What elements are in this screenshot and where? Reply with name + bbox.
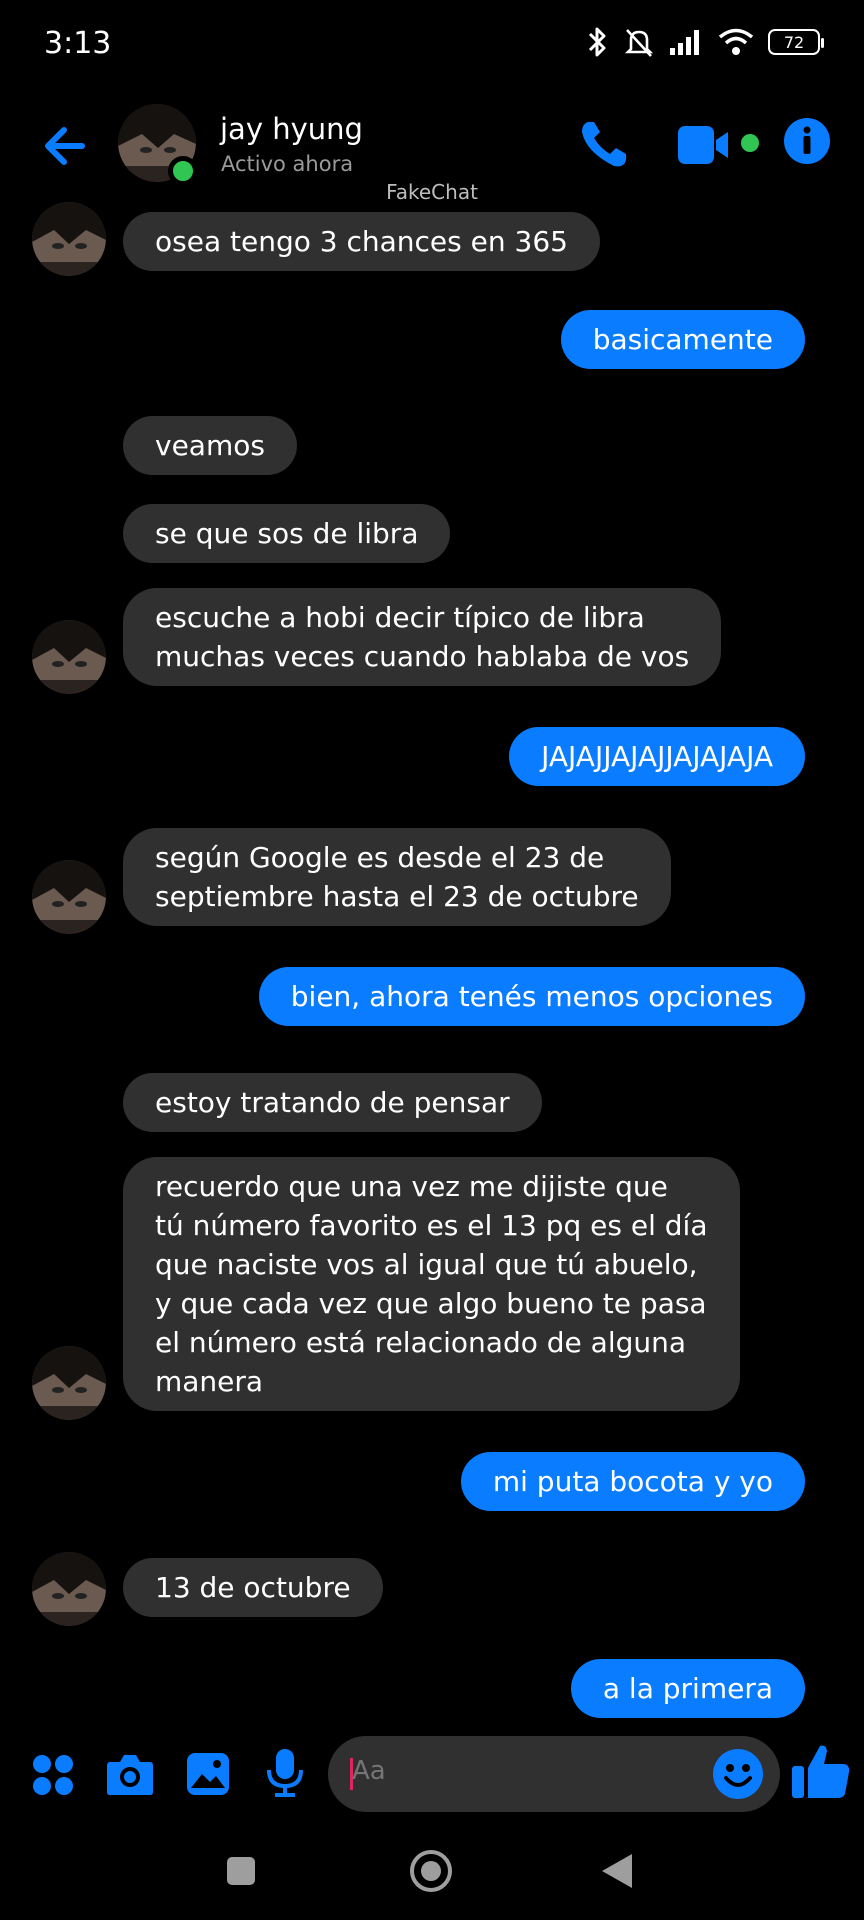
message-text-line: que naciste vos al igual que tú abuelo, <box>155 1248 698 1281</box>
sender-avatar[interactable] <box>32 1552 106 1626</box>
message-text-line: septiembre hasta el 23 de octubre <box>155 880 639 913</box>
watermark: FakeChat <box>386 180 478 204</box>
outgoing-message-bubble[interactable]: JAJAJJAJAJJAJAJAJA <box>509 727 805 786</box>
battery-indicator: 72 <box>768 29 824 55</box>
incoming-message-bubble[interactable]: escuche a hobi decir típico de libra much… <box>123 588 722 686</box>
status-bar: 3:13 72 <box>0 0 864 90</box>
incoming-message-bubble[interactable]: recuerdo que una vez me dijiste que tú nú… <box>123 1157 740 1411</box>
signal-icon <box>670 30 699 55</box>
bluetooth-icon <box>588 27 606 57</box>
message-input[interactable] <box>352 1756 682 1786</box>
sender-avatar[interactable] <box>32 620 106 694</box>
outgoing-message-bubble[interactable]: a la primera <box>570 1659 805 1718</box>
message-text-line: veamos <box>155 429 265 462</box>
contact-name[interactable]: jay hyung <box>220 112 363 146</box>
message-text-line: basicamente <box>592 323 773 356</box>
incoming-message-bubble[interactable]: se que sos de libra <box>123 504 451 563</box>
outgoing-message-bubble[interactable]: bien, ahora tenés menos opciones <box>258 967 805 1026</box>
message-text-line: estoy tratando de pensar <box>155 1086 510 1119</box>
incoming-message-bubble[interactable]: según Google es desde el 23 de septiembre… <box>123 828 671 926</box>
composer-bar <box>0 1730 864 1830</box>
message-text-line: mi puta bocota y yo <box>492 1465 773 1498</box>
message-text-line: según Google es desde el 23 de <box>155 841 605 874</box>
message-text-line: muchas veces cuando hablaba de vos <box>155 640 690 673</box>
message-text-line: recuerdo que una vez me dijiste que <box>155 1170 668 1203</box>
video-camera-icon[interactable] <box>678 122 734 168</box>
message-text-line: escuche a hobi decir típico de libra <box>155 601 645 634</box>
outgoing-message-bubble[interactable]: mi puta bocota y yo <box>460 1452 805 1511</box>
message-text-line: osea tengo 3 chances en 365 <box>155 225 568 258</box>
phone-icon[interactable] <box>578 118 630 170</box>
message-text-line: tú número favorito es el 13 pq es el día <box>155 1209 708 1242</box>
emoji-icon[interactable] <box>712 1748 764 1800</box>
back-triangle-icon[interactable] <box>600 1852 634 1890</box>
outgoing-message-bubble[interactable]: basicamente <box>560 310 805 369</box>
microphone-icon[interactable] <box>266 1748 304 1798</box>
message-text-line: a la primera <box>602 1672 773 1705</box>
message-text-line: bien, ahora tenés menos opciones <box>290 980 773 1013</box>
image-icon[interactable] <box>186 1752 230 1796</box>
recents-square-icon[interactable] <box>226 1856 256 1886</box>
message-text-line: 13 de octubre <box>155 1571 351 1604</box>
status-icons: 72 <box>584 26 824 58</box>
system-nav-bar <box>0 1830 864 1920</box>
incoming-message-bubble[interactable]: osea tengo 3 chances en 365 <box>123 212 600 271</box>
sender-avatar[interactable] <box>32 860 106 934</box>
incoming-message-bubble[interactable]: veamos <box>123 416 297 475</box>
thumbs-up-icon[interactable] <box>790 1740 852 1802</box>
wifi-icon <box>718 28 754 55</box>
message-text-line: JAJAJJAJAJJAJAJAJA <box>541 740 773 773</box>
message-text-line: se que sos de libra <box>155 517 419 550</box>
bell-muted-icon <box>624 29 654 57</box>
message-text-line: manera <box>155 1365 264 1398</box>
sender-avatar[interactable] <box>32 1346 106 1420</box>
message-input-container[interactable] <box>328 1736 780 1812</box>
status-time: 3:13 <box>44 26 112 61</box>
home-circle-icon[interactable] <box>408 1848 454 1894</box>
contact-activity-status: Activo ahora <box>221 152 354 176</box>
camera-icon[interactable] <box>106 1752 154 1796</box>
message-text-line: y que cada vez que algo bueno te pasa <box>155 1287 707 1320</box>
video-active-dot <box>741 134 759 152</box>
message-text-line: el número está relacionado de alguna <box>155 1326 687 1359</box>
sender-avatar[interactable] <box>32 202 106 276</box>
back-arrow-icon[interactable] <box>38 118 94 174</box>
info-icon[interactable] <box>784 118 830 164</box>
apps-grid-icon[interactable] <box>32 1754 74 1796</box>
incoming-message-bubble[interactable]: 13 de octubre <box>123 1558 383 1617</box>
incoming-message-bubble[interactable]: estoy tratando de pensar <box>123 1073 542 1132</box>
